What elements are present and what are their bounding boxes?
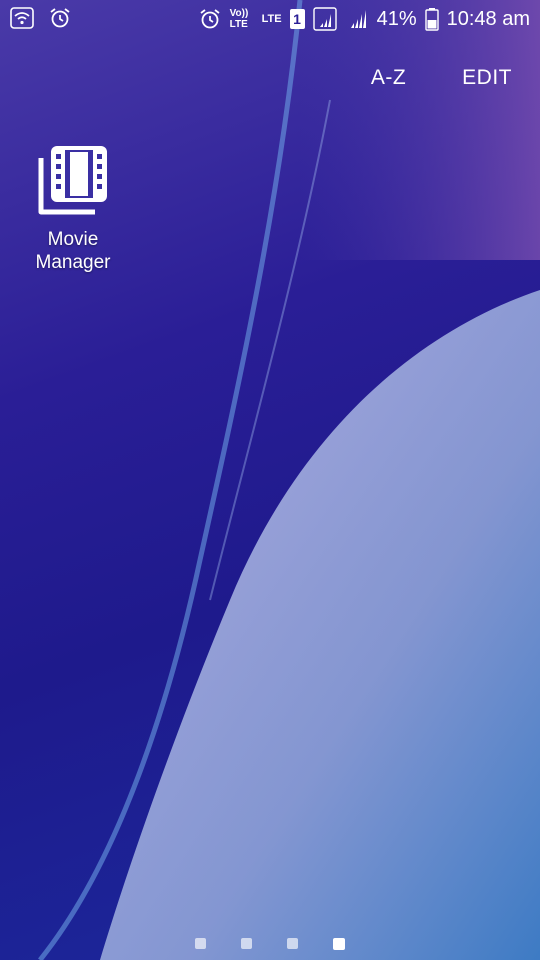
volte-indicator: Vo)) LTE <box>229 8 249 30</box>
app-label-line1: Movie <box>47 229 99 250</box>
alarm-icon <box>200 9 220 29</box>
page-dot-2[interactable] <box>241 938 252 949</box>
page-dot-3[interactable] <box>287 938 298 949</box>
clock: 10:48 am <box>446 8 530 30</box>
app-drawer-actions: A-Z EDIT <box>371 66 512 90</box>
app-label: Movie Manager <box>20 228 126 274</box>
status-bar: Vo)) LTE LTE 1 41% 10:48 am <box>0 0 540 38</box>
alarm-icon <box>50 8 70 28</box>
page-indicator <box>0 938 540 950</box>
battery-percent: 41% <box>376 8 417 30</box>
signal-icon <box>350 10 366 28</box>
film-library-icon <box>38 146 107 215</box>
app-movie-manager[interactable]: Movie Manager <box>20 144 126 274</box>
page-dot-1[interactable] <box>195 938 206 949</box>
status-left-icons <box>10 6 72 30</box>
sort-az-button[interactable]: A-Z <box>371 66 406 90</box>
battery-icon <box>424 8 439 31</box>
app-label-line2: Manager <box>35 252 111 273</box>
page-dot-4[interactable] <box>333 938 345 950</box>
edit-button[interactable]: EDIT <box>462 66 512 90</box>
signal-roaming-icon <box>312 7 337 31</box>
wifi-icon <box>10 7 34 29</box>
sim-slot-icon: 1 <box>289 9 305 29</box>
status-right-icons: Vo)) LTE LTE 1 41% 10:48 am <box>198 6 530 32</box>
lte-indicator: LTE <box>261 13 282 25</box>
